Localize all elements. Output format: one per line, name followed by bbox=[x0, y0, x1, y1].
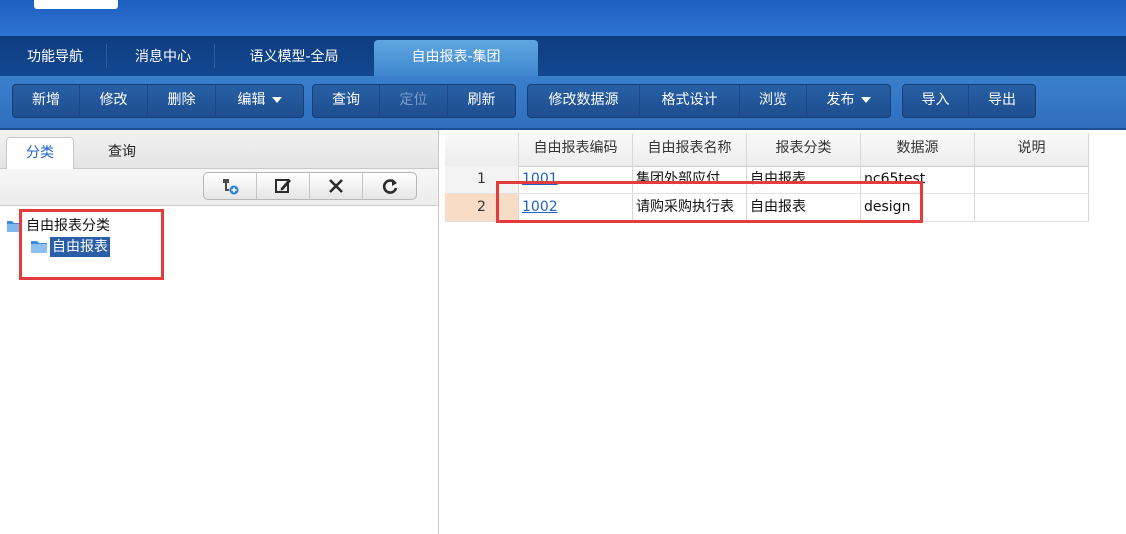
tab-divider bbox=[106, 44, 107, 68]
tree-node-root-label: 自由报表分类 bbox=[26, 218, 110, 234]
modify-datasource-button[interactable]: 修改数据源 bbox=[528, 85, 640, 117]
tab-query[interactable]: 查询 bbox=[84, 137, 160, 168]
column-header-code[interactable]: 自由报表编码 bbox=[519, 133, 633, 166]
locate-button[interactable]: 定位 bbox=[380, 85, 448, 117]
publish-dropdown-button[interactable]: 发布 bbox=[807, 85, 890, 117]
report-name-cell: 请购采购执行表 bbox=[633, 194, 747, 221]
tab-divider bbox=[214, 44, 215, 68]
chevron-down-icon bbox=[271, 97, 282, 103]
edit-icon[interactable] bbox=[257, 173, 310, 199]
column-header-category[interactable]: 报表分类 bbox=[747, 133, 861, 166]
refresh-button[interactable]: 刷新 bbox=[448, 85, 515, 117]
edit-dropdown-button[interactable]: 编辑 bbox=[216, 85, 303, 117]
tree-node-free-report-label: 自由报表 bbox=[50, 237, 110, 257]
grid-header: 自由报表编码 自由报表名称 报表分类 数据源 说明 bbox=[445, 133, 1089, 167]
report-category-cell: 自由报表 bbox=[747, 194, 861, 221]
tab-function-nav[interactable]: 功能导航 bbox=[12, 40, 98, 76]
toolbar-group-design: 修改数据源 格式设计 浏览 发布 bbox=[527, 84, 891, 118]
report-description-cell bbox=[975, 166, 1089, 193]
column-header-datasource[interactable]: 数据源 bbox=[861, 133, 975, 166]
edit-dropdown-label: 编辑 bbox=[237, 92, 266, 108]
add-button[interactable]: 新增 bbox=[13, 85, 80, 117]
table-row[interactable]: 1 1001 集团外部应付... 自由报表 nc65test bbox=[445, 166, 1089, 194]
modify-button[interactable]: 修改 bbox=[80, 85, 148, 117]
delete-button[interactable]: 删除 bbox=[148, 85, 216, 117]
app-logo bbox=[34, 0, 118, 9]
report-code-link[interactable]: 1002 bbox=[519, 194, 633, 221]
tab-free-report-group[interactable]: 自由报表-集团 bbox=[374, 40, 538, 76]
report-code-text[interactable]: 1001 bbox=[522, 171, 558, 187]
format-design-button[interactable]: 格式设计 bbox=[640, 85, 740, 117]
folder-icon bbox=[31, 241, 47, 253]
row-number: 2 bbox=[445, 194, 519, 221]
chevron-down-icon bbox=[860, 97, 871, 103]
delete-icon[interactable] bbox=[310, 173, 363, 199]
add-node-icon[interactable] bbox=[204, 173, 257, 199]
report-description-cell bbox=[975, 194, 1089, 221]
category-panel-tabs: 分类 查询 bbox=[0, 130, 438, 170]
row-number: 1 bbox=[445, 166, 519, 193]
tab-message-center[interactable]: 消息中心 bbox=[116, 40, 210, 76]
browse-button[interactable]: 浏览 bbox=[740, 85, 807, 117]
tree-node-free-report[interactable]: 自由报表 bbox=[30, 237, 110, 257]
publish-dropdown-label: 发布 bbox=[826, 92, 855, 108]
table-row[interactable]: 2 1002 请购采购执行表 自由报表 design bbox=[445, 194, 1089, 222]
report-code-text[interactable]: 1002 bbox=[522, 199, 558, 215]
report-code-link[interactable]: 1001 bbox=[519, 166, 633, 193]
report-category-cell: 自由报表 bbox=[747, 166, 861, 193]
query-button[interactable]: 查询 bbox=[313, 85, 380, 117]
column-header-description[interactable]: 说明 bbox=[975, 133, 1089, 166]
report-name-cell: 集团外部应付... bbox=[633, 166, 747, 193]
nav-tab-bar: 功能导航 消息中心 语义模型-全局 自由报表-集团 bbox=[0, 36, 1126, 76]
toolbar-group-io: 导入 导出 bbox=[902, 84, 1036, 118]
tree-toolbar bbox=[0, 169, 438, 206]
import-button[interactable]: 导入 bbox=[903, 85, 969, 117]
tab-category[interactable]: 分类 bbox=[6, 137, 74, 170]
tree-toolbar-buttons bbox=[203, 172, 417, 200]
report-datasource-cell: nc65test bbox=[861, 166, 975, 193]
toolbar-group-query: 查询 定位 刷新 bbox=[312, 84, 516, 118]
report-datasource-cell: design bbox=[861, 194, 975, 221]
category-panel: 分类 查询 自由报表分类 自由报表 bbox=[0, 130, 439, 534]
folder-open-icon bbox=[7, 221, 21, 232]
tree-node-root[interactable]: 自由报表分类 bbox=[6, 216, 112, 236]
column-header-name[interactable]: 自由报表名称 bbox=[633, 133, 747, 166]
tab-semantic-model[interactable]: 语义模型-全局 bbox=[222, 40, 366, 76]
app-header bbox=[0, 0, 1126, 36]
export-button[interactable]: 导出 bbox=[969, 85, 1035, 117]
refresh-icon[interactable] bbox=[363, 173, 416, 199]
column-header-rownum bbox=[445, 133, 519, 166]
action-toolbar: 新增 修改 删除 编辑 查询 定位 刷新 修改数据源 格式设计 浏览 发布 导入… bbox=[0, 76, 1126, 130]
toolbar-group-edit: 新增 修改 删除 编辑 bbox=[12, 84, 304, 118]
